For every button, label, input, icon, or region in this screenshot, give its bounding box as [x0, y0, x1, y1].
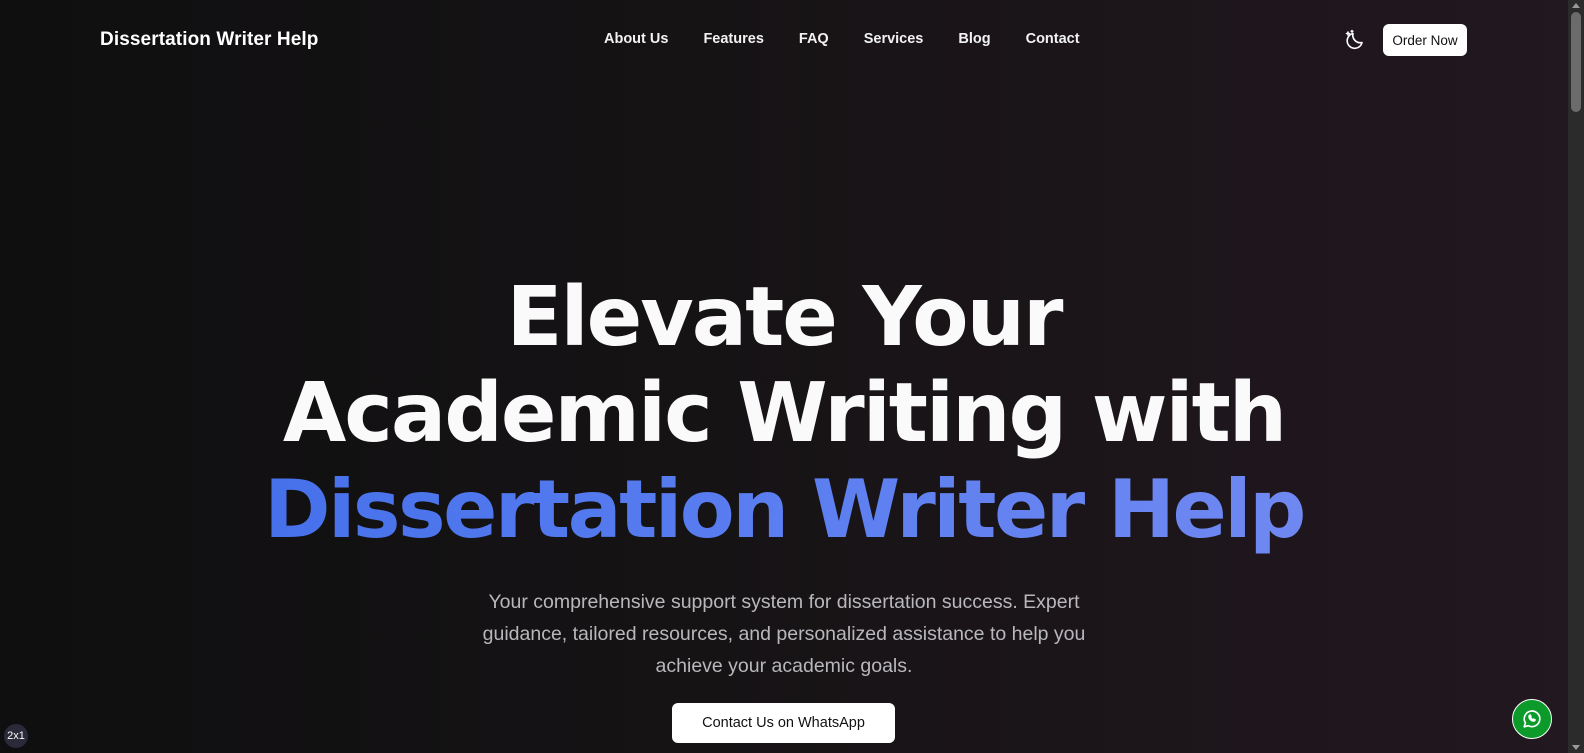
scale-badge: 2x1: [4, 724, 28, 748]
hero-heading: Elevate Your Academic Writing with Disse…: [0, 270, 1568, 558]
site-header: Dissertation Writer Help About Us Featur…: [0, 0, 1568, 80]
hero-line-accent: Dissertation Writer Help: [0, 462, 1568, 558]
nav-blog[interactable]: Blog: [958, 31, 990, 47]
scroll-down-icon[interactable]: [1572, 745, 1580, 750]
hero-section: Elevate Your Academic Writing with Disse…: [0, 270, 1568, 558]
nav-faq[interactable]: FAQ: [799, 31, 829, 47]
brand-logo[interactable]: Dissertation Writer Help: [100, 29, 319, 51]
vertical-scrollbar[interactable]: [1568, 0, 1584, 753]
whatsapp-icon[interactable]: [1512, 699, 1552, 739]
scroll-up-icon[interactable]: [1572, 3, 1580, 8]
nav-about-us[interactable]: About Us: [604, 31, 668, 47]
main-nav: About Us Features FAQ Services Blog Cont…: [604, 31, 1115, 47]
nav-features[interactable]: Features: [703, 31, 763, 47]
scroll-thumb[interactable]: [1571, 12, 1581, 112]
hero-line-2: Academic Writing with: [282, 366, 1287, 461]
moon-stars-icon[interactable]: [1343, 28, 1367, 52]
nav-services[interactable]: Services: [864, 31, 924, 47]
hero-line-1: Elevate Your: [506, 270, 1064, 365]
nav-contact[interactable]: Contact: [1026, 31, 1080, 47]
whatsapp-contact-button[interactable]: Contact Us on WhatsApp: [672, 703, 895, 743]
order-now-button[interactable]: Order Now: [1383, 24, 1467, 56]
hero-subtitle: Your comprehensive support system for di…: [482, 591, 1086, 677]
